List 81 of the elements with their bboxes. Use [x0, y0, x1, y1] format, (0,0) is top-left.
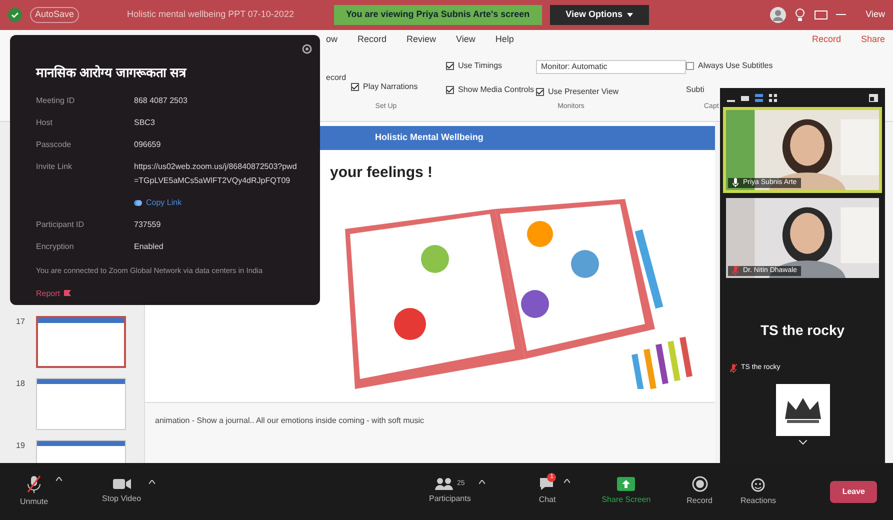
pop-out-icon[interactable] — [869, 94, 878, 102]
checkbox[interactable] — [446, 86, 454, 94]
thumbnail-view-icon[interactable] — [741, 94, 749, 102]
ribbon-tab[interactable]: Record — [358, 33, 387, 47]
checkbox[interactable] — [686, 62, 694, 70]
muted-mic-icon — [26, 475, 42, 493]
speaker-notes: animation - Show a journal.. All our emotions inside coming - with soft music — [155, 415, 426, 427]
field-label: Invite Link — [36, 160, 74, 172]
checkbox[interactable] — [536, 88, 544, 96]
field-value: https://us02web.zoom.us/j/86840872503?pwd — [134, 160, 297, 172]
field-value: Enabled — [134, 240, 164, 252]
speaker-view-icon[interactable] — [755, 94, 763, 102]
people-icon — [435, 478, 454, 490]
chevron-down-icon[interactable] — [798, 440, 806, 444]
caret-icon — [626, 13, 633, 17]
checkbox[interactable] — [351, 83, 359, 91]
field-label: Host — [36, 116, 54, 128]
slide-title: your feelings ! — [330, 163, 433, 183]
ribbon-tab[interactable]: Review — [406, 33, 436, 47]
caret-icon[interactable] — [149, 480, 156, 484]
caret-icon[interactable] — [56, 477, 62, 481]
field-label: Encryption — [36, 240, 75, 252]
checkbox-label: Use Timings — [458, 60, 502, 72]
ribbon-label: ecord — [326, 72, 348, 84]
video-camera-icon — [112, 478, 131, 490]
checkbox-label: Show Media Controls — [458, 84, 534, 96]
slide-number: 18 — [16, 378, 26, 390]
view-options-button[interactable]: View Options — [550, 5, 649, 25]
mic-icon — [732, 178, 739, 188]
record-button[interactable]: Record — [812, 33, 841, 47]
settings-icon[interactable] — [302, 44, 312, 54]
record-icon — [692, 476, 708, 492]
checkbox-label: Play Narrations — [363, 81, 418, 93]
slide-header: Holistic Mental Wellbeing — [375, 131, 484, 144]
field-label: Meeting ID — [36, 94, 76, 106]
participant-name: TS the rocky — [760, 321, 845, 340]
share-button[interactable]: Share — [860, 33, 885, 47]
share-banner: You are viewing Priya Subnis Arte's screen — [334, 5, 542, 25]
muted-mic-icon — [730, 364, 737, 373]
caret-icon[interactable] — [564, 479, 570, 483]
field-value: SBC3 — [134, 116, 155, 128]
toolbar-button[interactable]: Record — [682, 476, 716, 507]
monitor-dropdown[interactable]: Monitor: Automatic — [536, 60, 686, 74]
field-value: 096659 — [134, 138, 161, 150]
slide-thumbnail[interactable] — [36, 316, 126, 368]
field-label: Participant ID — [36, 218, 86, 230]
lightbulb-icon[interactable] — [794, 8, 806, 22]
ribbon-tab[interactable]: View — [456, 33, 476, 47]
meeting-title: मानसिक आरोग्य जागरूकता सत्र — [36, 64, 188, 82]
slide-thumbnail[interactable] — [36, 378, 126, 430]
field-value: =TGpLVE5aMCs5aWlFT2VQy4dRJpFQT09 — [134, 174, 292, 186]
report-link[interactable]: Report — [36, 288, 72, 300]
window-icon[interactable] — [814, 10, 828, 20]
toolbar-button[interactable]: Unmute — [16, 475, 52, 508]
muted-mic-icon — [732, 266, 739, 276]
copy-icon — [134, 198, 142, 206]
caret-icon[interactable] — [478, 480, 485, 484]
field-value: 737559 — [134, 218, 161, 230]
profile-icon[interactable] — [770, 7, 786, 23]
toolbar-button[interactable]: Share Screen — [598, 477, 655, 506]
ribbon-tab[interactable]: Help — [495, 33, 514, 47]
checkbox-label: Always Use Subtitles — [698, 60, 773, 72]
share-screen-icon — [617, 477, 636, 491]
ribbon-tab[interactable]: ow — [326, 33, 338, 47]
flag-icon — [64, 290, 72, 298]
slide-number: 17 — [16, 316, 26, 328]
checkbox-label: Use Presenter View — [548, 86, 619, 98]
leave-button[interactable]: Leave — [830, 480, 877, 502]
document-title: Holistic mental wellbeing PPT 07-10-2022 — [127, 8, 294, 22]
grid-view-icon[interactable] — [769, 94, 777, 102]
slide-number: 19 — [16, 440, 26, 452]
field-value: 868 4087 2503 — [134, 94, 188, 106]
checkbox[interactable] — [446, 62, 454, 70]
toolbar-button[interactable]: Stop Video — [98, 478, 146, 505]
ribbon-button[interactable]: Subti — [686, 84, 704, 96]
autosave-toggle[interactable]: AutoSave — [30, 7, 80, 23]
toolbar-button[interactable]: Reactions — [736, 476, 780, 507]
field-label: Passcode — [36, 138, 72, 150]
copy-link-button[interactable]: Copy Link — [134, 196, 297, 208]
smiley-icon — [750, 476, 766, 492]
view-button[interactable]: View — [866, 8, 885, 22]
